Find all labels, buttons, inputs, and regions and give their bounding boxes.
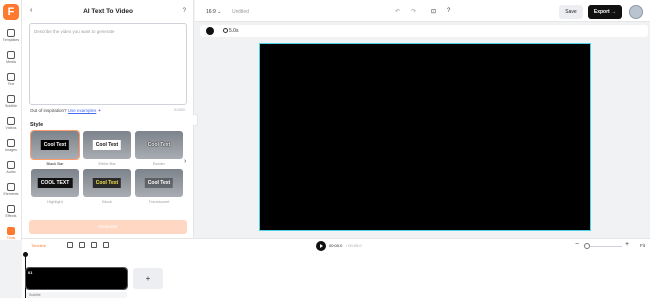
add-clip-button[interactable]: + — [133, 268, 163, 289]
rail-item-images[interactable]: Images — [0, 138, 22, 158]
rail-item-elements[interactable]: Elements — [0, 182, 22, 202]
rail-item-media[interactable]: Media — [0, 50, 22, 70]
video-canvas[interactable] — [259, 43, 591, 231]
canvas-toolbar: 5.0s — [200, 25, 648, 37]
app-window: F Templates Media Text Subtitle Videos I… — [0, 0, 650, 298]
panel-title: AI Text To Video — [83, 8, 133, 15]
capture-icon[interactable]: ⊡ — [431, 8, 436, 15]
copy-icon[interactable] — [79, 242, 85, 248]
background-color-swatch[interactable] — [206, 27, 214, 35]
elements-icon — [7, 183, 15, 191]
style-name: White Bar — [98, 161, 116, 166]
style-name: Border — [152, 161, 165, 166]
aspect-ratio-select[interactable]: 16:9 ⌄ — [206, 9, 221, 15]
ai-text-to-video-panel: ‹ AI Text To Video ? Describe the video … — [22, 0, 194, 240]
save-button[interactable]: Save — [559, 5, 583, 19]
templates-icon — [7, 29, 15, 37]
top-bar: 16:9 ⌄ Untitled ↶ ↷ ⊡ ? Save Export → — [195, 0, 650, 22]
style-tile-highlight[interactable]: COOL TEXT — [31, 169, 79, 197]
duration-control[interactable]: 5.0s — [223, 28, 238, 34]
rail-item-audio[interactable]: Audio — [0, 160, 22, 180]
timeline-toolbar: Timeline 00:00.0 / 00:05.0 − + Fit — [22, 238, 650, 252]
panel-header: ‹ AI Text To Video ? — [22, 0, 194, 22]
play-button[interactable] — [316, 241, 326, 251]
style-name: Black Bar — [46, 161, 64, 166]
tools-icon — [7, 227, 15, 235]
style-name: Highlight — [47, 199, 63, 204]
style-name: Block — [102, 199, 112, 204]
app-logo[interactable]: F — [3, 4, 19, 20]
style-tile-block[interactable]: Cool Text — [83, 169, 131, 197]
zoom-slider-knob[interactable] — [584, 243, 590, 249]
undo-icon[interactable]: ↶ — [395, 8, 400, 15]
subtitle-track[interactable]: Subtitle — [26, 292, 127, 298]
split-icon[interactable] — [67, 242, 73, 248]
use-examples-link[interactable]: Use examples — [68, 108, 97, 113]
inspiration-line: Out of inspiration? Use examples ✦ — [30, 108, 102, 113]
video-clip[interactable]: 01 — [25, 267, 128, 290]
delete-icon[interactable] — [103, 242, 109, 248]
zoom-slider-track[interactable] — [586, 246, 622, 247]
rail-item-videos[interactable]: Videos — [0, 116, 22, 136]
style-tile-border[interactable]: Cool Text — [135, 131, 183, 159]
clock-icon — [223, 28, 228, 33]
export-button[interactable]: Export → — [588, 5, 622, 19]
style-tile-white-bar[interactable]: Cool Text — [83, 131, 131, 159]
help-icon[interactable]: ? — [447, 8, 450, 14]
subtitle-icon — [7, 95, 15, 103]
images-icon — [7, 139, 15, 147]
rail-item-templates[interactable]: Templates — [0, 28, 22, 48]
zoom-in-icon[interactable]: + — [625, 241, 629, 248]
style-heading: Style — [30, 122, 44, 128]
document-title[interactable]: Untitled — [232, 9, 249, 15]
avatar[interactable] — [629, 5, 643, 19]
zoom-out-icon[interactable]: − — [575, 241, 579, 248]
text-icon — [7, 73, 15, 81]
chevron-right-icon[interactable]: › — [184, 158, 186, 165]
rail-item-subtitle[interactable]: Subtitle — [0, 94, 22, 114]
crop-icon[interactable] — [91, 242, 97, 248]
fit-button[interactable]: Fit — [640, 243, 645, 248]
timeline-track-area: 01 + Subtitle — [22, 252, 650, 298]
generate-button[interactable]: Generate — [29, 220, 187, 234]
clip-number: 01 — [28, 270, 33, 275]
rail-item-effects[interactable]: Effects — [0, 204, 22, 224]
prompt-textarea[interactable]: Describe the video you want to generate — [29, 23, 187, 105]
style-tile-translucent[interactable]: Cool Text — [135, 169, 183, 197]
effects-icon — [7, 205, 15, 213]
char-counter: 0/1500 — [174, 108, 185, 112]
left-rail: F Templates Media Text Subtitle Videos I… — [0, 0, 22, 240]
redo-icon[interactable]: ↷ — [411, 8, 416, 15]
rail-item-tools[interactable]: Tools — [0, 226, 22, 246]
current-time: 00:00.0 — [329, 243, 343, 248]
sparkle-icon: ✦ — [97, 108, 102, 113]
style-tile-black-bar[interactable]: Cool Text — [30, 130, 80, 160]
audio-icon — [7, 161, 15, 169]
videos-icon — [7, 117, 15, 125]
lightbulb-icon[interactable]: ? — [183, 8, 186, 14]
rail-item-text[interactable]: Text — [0, 72, 22, 92]
timeline-tab[interactable]: Timeline — [31, 243, 46, 248]
collapse-panel-handle[interactable] — [193, 114, 198, 126]
style-name: Translucent — [148, 199, 170, 204]
total-time: / 00:05.0 — [346, 243, 362, 248]
media-icon — [7, 51, 15, 59]
